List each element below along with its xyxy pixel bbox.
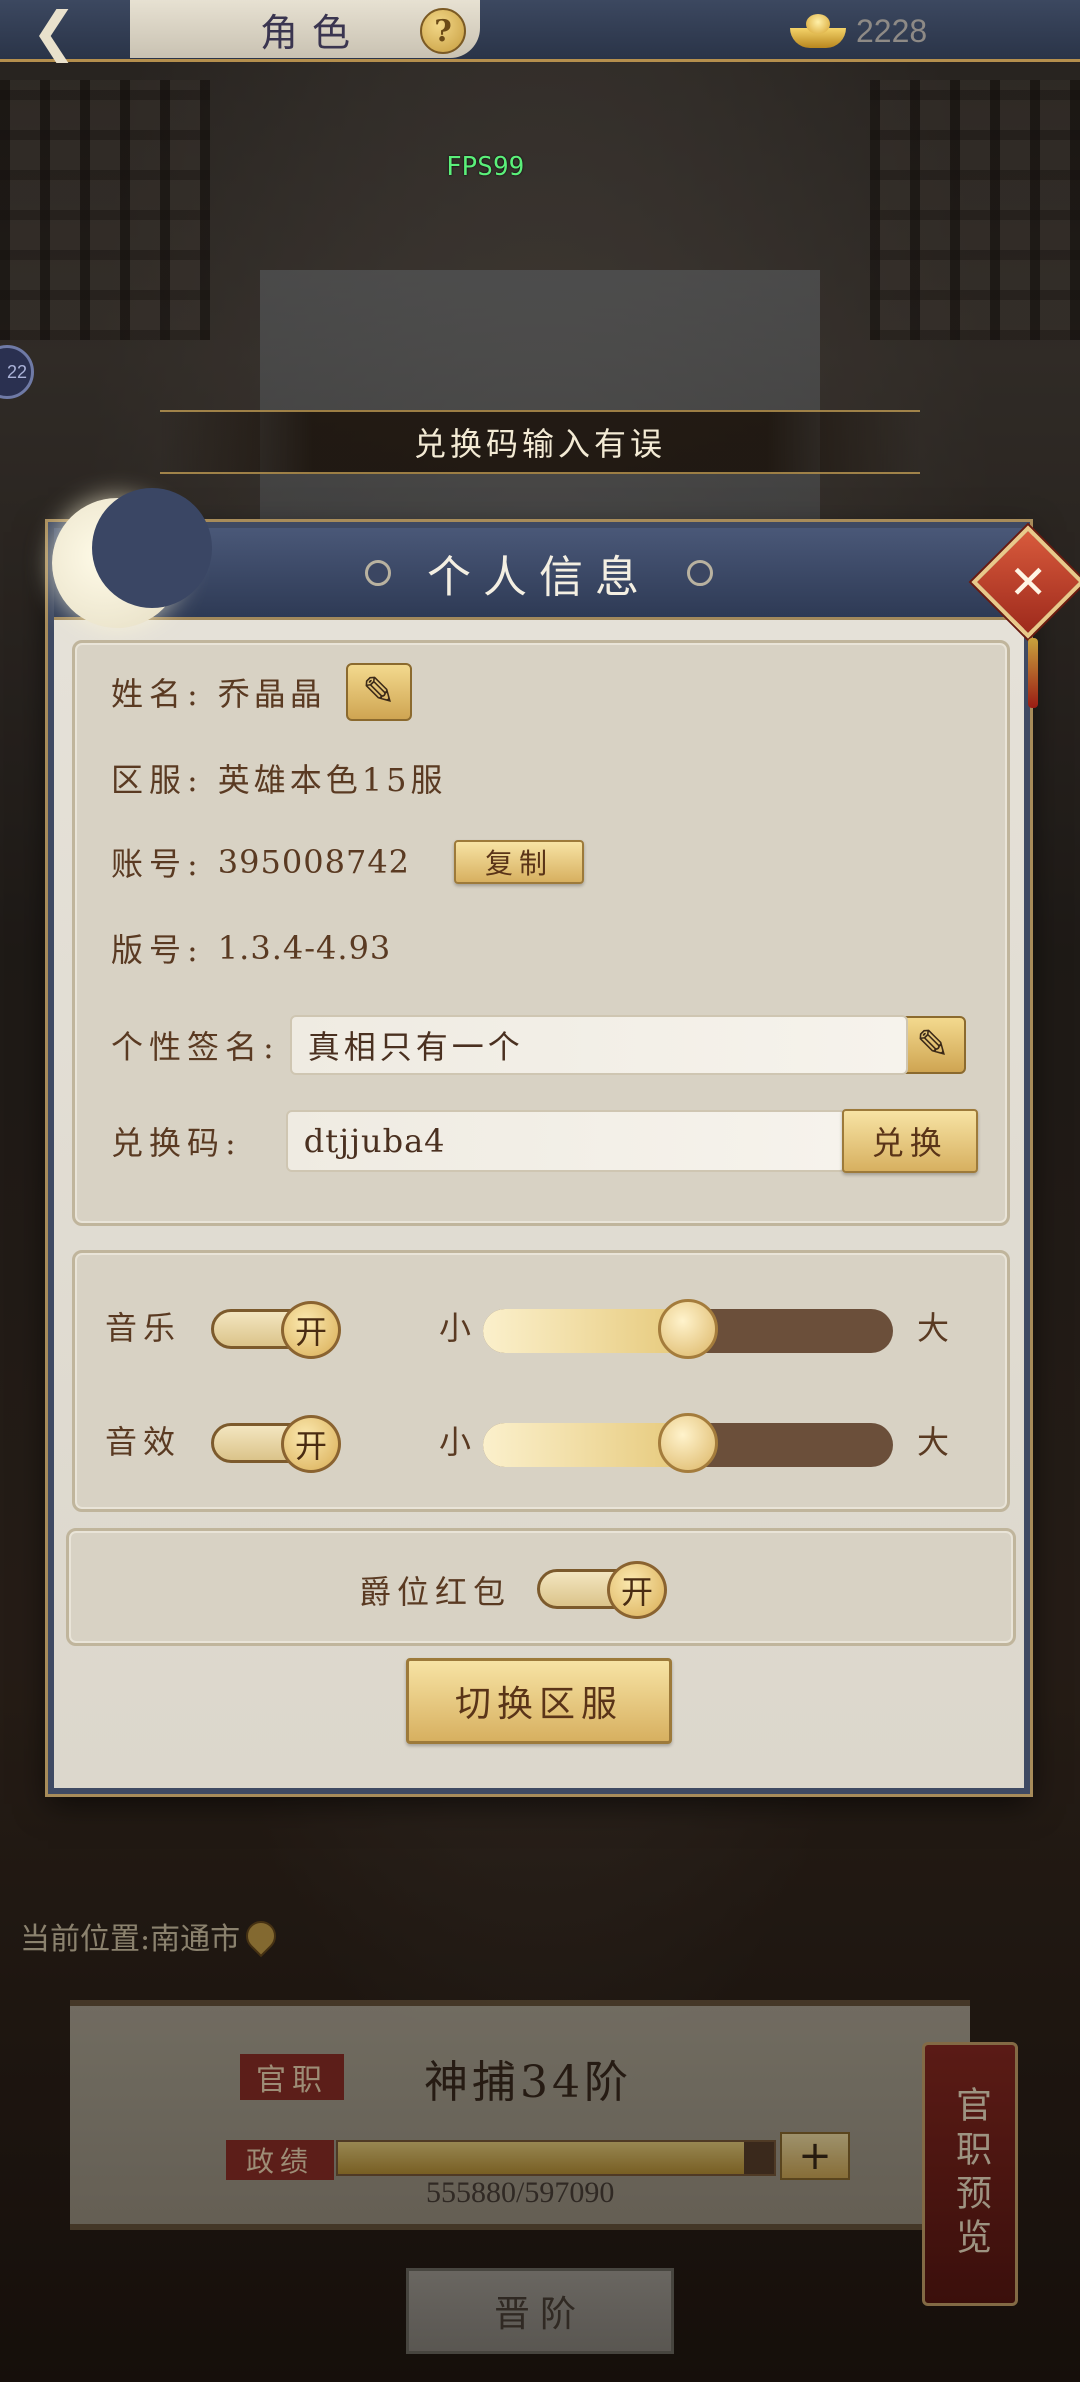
account-label: 账号: [111,845,204,883]
header-ornament-left-icon [365,559,391,586]
back-arrow-icon: ❮ [31,0,77,63]
help-icon[interactable]: ? [420,8,466,54]
music-min-label: 小 [439,1309,472,1347]
sfx-min-label: 小 [439,1423,472,1461]
sfx-volume-slider[interactable] [483,1409,893,1473]
signature-row: 个性签名: 真相只有一个 ✎ [111,1015,966,1075]
red-packet-label: 爵位红包 [359,1573,512,1611]
edit-name-button[interactable]: ✎ [345,663,412,721]
name-value: 乔晶晶 [217,675,326,713]
edit-signature-button[interactable]: ✎ [899,1016,966,1074]
server-label: 区服: [111,761,204,799]
red-packet-panel: 爵位红包 开 [66,1528,1016,1646]
account-value: 395008742 [217,843,411,881]
red-packet-toggle[interactable]: 开 [537,1561,667,1619]
name-row: 姓名: 乔晶晶 ✎ [111,663,412,721]
music-volume-slider[interactable] [483,1295,893,1359]
sound-panel: 音乐 开 小 大 音效 开 小 大 [72,1250,1010,1512]
sfx-label: 音效 [105,1423,182,1461]
brush-icon: ✎ [916,1022,950,1068]
error-toast: 兑换码输入有误 [160,410,920,474]
account-row: 账号: 395008742 复制 [111,839,585,885]
switch-server-button[interactable]: 切换区服 [406,1658,672,1744]
sfx-toggle-knob: 开 [281,1415,341,1473]
sfx-volume-thumb[interactable] [658,1413,718,1473]
dialog-title: 个人信息 [427,551,651,603]
signature-value: 真相只有一个 [307,1028,524,1066]
sfx-toggle[interactable]: 开 [211,1415,341,1473]
currency-value: 2228 [856,12,928,49]
header-ornament-right-icon [687,559,713,586]
signature-label: 个性签名: [111,1028,280,1066]
server-row: 区服: 英雄本色15服 [111,755,447,801]
music-label: 音乐 [105,1309,182,1347]
music-volume-thumb[interactable] [658,1299,718,1359]
tassel-decoration [1028,638,1038,708]
signature-field[interactable]: 真相只有一个 [289,1015,908,1075]
sfx-max-label: 大 [917,1423,950,1461]
music-max-label: 大 [917,1309,950,1347]
music-toggle[interactable]: 开 [211,1301,341,1359]
gold-ingot-icon [790,14,846,48]
name-label: 姓名: [111,675,204,713]
back-button[interactable]: ❮ [14,4,94,60]
copy-button[interactable]: 复制 [454,840,585,884]
version-label: 版号: [111,931,204,969]
server-value: 英雄本色15服 [217,761,447,799]
redeem-row: 兑换码: dtjjuba4 兑换 [111,1109,978,1173]
crescent-moon-icon [32,478,212,648]
personal-info-dialog: 个人信息 ✕ 姓名: 乔晶晶 ✎ 区服: 英雄本色15服 账号: 3950087… [48,488,1080,1794]
music-toggle-knob: 开 [281,1301,341,1359]
info-panel: 姓名: 乔晶晶 ✎ 区服: 英雄本色15服 账号: 395008742 复制 版… [72,640,1010,1226]
redeem-code-value: dtjjuba4 [303,1122,446,1160]
red-packet-toggle-knob: 开 [607,1561,667,1619]
version-row: 版号: 1.3.4-4.93 [111,925,391,971]
brush-icon: ✎ [362,669,396,715]
currency-display: 2228 [790,6,927,56]
fps-counter: FPS99 [446,152,525,182]
close-icon: ✕ [1008,554,1048,609]
top-bar: ❮ 角色 ? 2228 [0,0,1080,62]
version-value: 1.3.4-4.93 [217,929,392,967]
redeem-button[interactable]: 兑换 [841,1109,978,1173]
redeem-code-input[interactable]: dtjjuba4 [285,1110,846,1172]
redeem-label: 兑换码: [111,1124,242,1162]
